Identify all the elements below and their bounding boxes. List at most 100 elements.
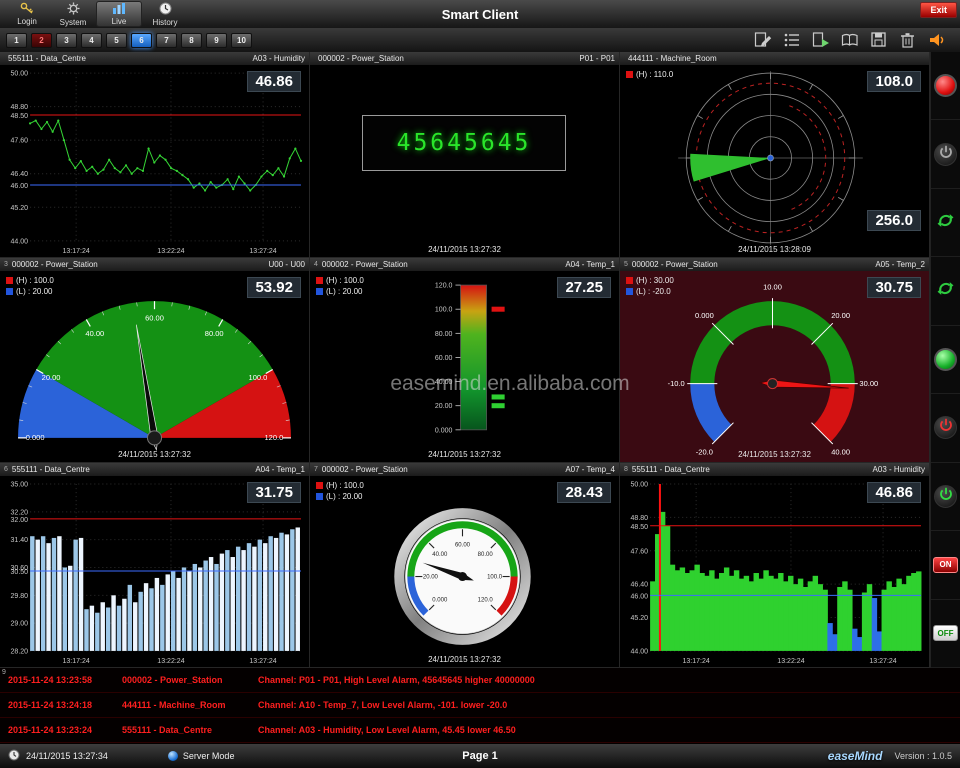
off-button[interactable]: OFF [933,625,958,641]
alarm-row[interactable]: 2015-11-24 13:23:24 555111 - Data_Centre… [0,718,960,743]
channel-label: A04 - Temp_1 [565,260,615,269]
nav-live-label: Live [112,17,127,26]
svg-text:13:27:24: 13:27:24 [249,658,276,665]
key-icon [20,2,34,16]
tab-bar: 123456789 10 [4,33,254,48]
refresh-button-2[interactable] [937,281,954,301]
high-limit-swatch [316,277,323,284]
svg-text:50.00: 50.00 [11,71,29,78]
tab-5[interactable]: 5 [106,33,127,48]
tab-7[interactable]: 7 [156,33,177,48]
svg-text:28.20: 28.20 [11,648,29,655]
svg-text:46.00: 46.00 [631,593,649,600]
alarm-list: 9 2015-11-24 13:23:58 000002 - Power_Sta… [0,668,960,744]
alarm-station: 444111 - Machine_Room [122,700,226,710]
value-display: 27.25 [557,277,611,298]
value-display: 46.86 [867,482,921,503]
save-icon[interactable] [868,30,890,50]
panel-humidity-area: 8555111 - Data_Centre A03 - Humidity 50.… [620,463,930,668]
svg-text:-10.0: -10.0 [668,379,685,388]
status-datetime: 24/11/2015 13:27:34 [26,751,108,761]
value-display: 108.0 [867,71,921,92]
tab-3[interactable]: 3 [56,33,77,48]
timestamp: 24/11/2015 13:27:32 [310,450,619,459]
emergency-stop-button[interactable] [934,74,957,97]
low-limit-swatch [626,288,633,295]
tab-6[interactable]: 6 [131,33,152,48]
nav-history-label: History [153,18,178,27]
svg-text:60.00: 60.00 [455,542,471,548]
timestamp: 24/11/2015 13:27:32 [310,245,619,254]
power-off-button[interactable] [934,416,957,439]
svg-text:0.000: 0.000 [432,597,448,603]
list-icon[interactable] [781,30,803,50]
humidity-trend-chart: 50.0048.8047.6046.4045.2044.0013:17:2413… [0,65,309,257]
book-icon[interactable] [839,30,861,50]
tab-8[interactable]: 8 [181,33,202,48]
legend: (H) : 30.00 (L) : -20.0 [626,276,674,298]
low-limit-swatch [316,493,323,500]
alarm-message: Channel: A03 - Humidity, Low Level Alarm… [258,725,516,735]
nav-login[interactable]: Login [4,0,50,28]
station-label: 000002 - Power_Station [12,260,98,269]
temp-bar-chart: 35.0032.2031.4030.6029.8029.0028.2013:17… [0,476,309,667]
refresh-button-1[interactable] [937,213,954,233]
station-label: 000002 - Power_Station [318,54,404,63]
svg-text:80.00: 80.00 [435,331,453,338]
svg-text:13:22:24: 13:22:24 [157,248,184,255]
svg-text:46.40: 46.40 [631,582,649,589]
alarm-message: Channel: P01 - P01, High Level Alarm, 45… [258,675,535,685]
page-label: Page 1 [0,750,960,762]
svg-text:100.0: 100.0 [249,373,268,382]
channel-label: A03 - Humidity [873,465,925,474]
report-play-icon[interactable] [810,30,832,50]
low-limit-swatch [316,288,323,295]
station-label: 000002 - Power_Station [632,260,718,269]
status-bar: 24/11/2015 13:27:34 Server Mode Page 1 e… [0,744,960,768]
power-on-button[interactable] [934,485,957,508]
edit-icon[interactable] [752,30,774,50]
tab-1[interactable]: 1 [6,33,27,48]
nav-live[interactable]: Live [96,1,142,27]
high-limit-swatch [626,71,633,78]
svg-text:80.00: 80.00 [478,552,494,558]
station-label: 555111 - Data_Centre [632,465,710,474]
tab-2[interactable]: 2 [31,33,52,48]
channel-label: A05 - Temp_2 [875,260,925,269]
clock-icon [8,749,20,763]
recycle-icon [937,215,954,232]
svg-text:46.00: 46.00 [11,183,29,190]
station-label: 000002 - Power_Station [322,465,408,474]
panel-header: 555111 - Data_Centre A03 - Humidity [0,52,309,65]
panel-semicircle-gauge: 3000002 - Power_Station U00 - U00 0.0002… [0,258,310,463]
svg-text:60.00: 60.00 [145,313,164,322]
svg-text:48.50: 48.50 [11,113,29,120]
panel-arc-gauge: 5000002 - Power_Station A05 - Temp_2 -20… [620,258,930,463]
value-display: 28.43 [557,482,611,503]
panel-grid: 555111 - Data_Centre A03 - Humidity 50.0… [0,52,930,668]
on-button[interactable]: ON [933,557,958,573]
digital-display: 45645645 [362,115,566,171]
high-limit-swatch [316,482,323,489]
panel-humidity-trend: 555111 - Data_Centre A03 - Humidity 50.0… [0,52,310,258]
nav-history[interactable]: History [142,0,188,28]
svg-text:80.00: 80.00 [205,329,224,338]
tab-9[interactable]: 9 [206,33,227,48]
svg-text:44.00: 44.00 [631,648,649,655]
tab-10[interactable]: 10 [231,33,252,48]
brand-logo: easeMind [828,749,883,763]
station-label: 555111 - Data_Centre [12,465,90,474]
trash-icon[interactable] [897,30,919,50]
tab-4[interactable]: 4 [81,33,102,48]
svg-text:10.00: 10.00 [763,283,782,292]
alarm-row[interactable]: 2015-11-24 13:23:58 000002 - Power_Stati… [0,668,960,693]
station-label: 444111 - Machine_Room [628,54,717,63]
power-standby-button[interactable] [934,143,957,166]
value-display: 30.75 [867,277,921,298]
alarm-row[interactable]: 2015-11-24 13:24:18 444111 - Machine_Roo… [0,693,960,718]
svg-text:32.20: 32.20 [11,509,29,516]
green-indicator-button[interactable] [934,348,957,371]
speaker-icon[interactable] [926,30,948,50]
exit-button[interactable]: Exit [920,2,957,18]
nav-system[interactable]: System [50,0,96,28]
